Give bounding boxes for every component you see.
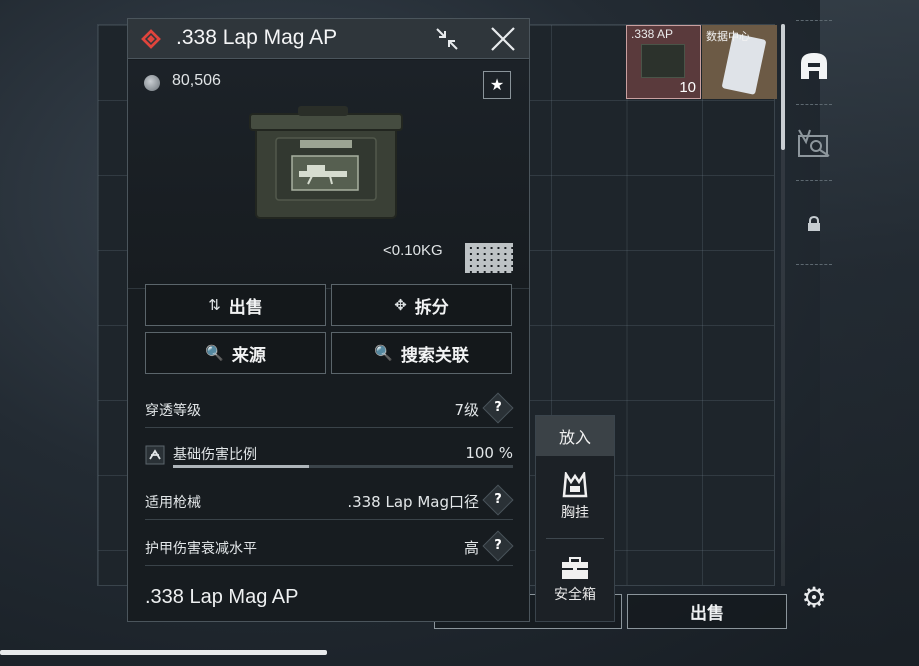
damage-ratio-icon — [145, 445, 165, 465]
source-button[interactable]: 🔍 来源 — [145, 332, 326, 374]
item-title: .338 Lap Mag AP — [176, 26, 338, 49]
sell-icon: ⇅ — [208, 296, 221, 314]
damage-ratio-fill — [173, 465, 309, 468]
property-compatible-weapons: 适用枪械 .338 Lap Mag口径 ? — [145, 482, 514, 520]
lock-icon[interactable] — [796, 206, 832, 242]
item-panel-header: .338 Lap Mag AP — [128, 19, 529, 59]
property-value: .338 Lap Mag口径 — [347, 493, 479, 511]
put-in-safe-box-label: 安全箱 — [554, 587, 596, 603]
put-in-chest-rig[interactable]: 胸挂 — [536, 456, 614, 538]
damage-ratio-track — [173, 465, 513, 468]
sell-button-label: 出售 — [228, 297, 263, 318]
property-penetration: 穿透等级 7级 ? — [145, 390, 514, 428]
split-button-label: 拆分 — [414, 297, 449, 318]
item-footer-name: .338 Lap Mag AP — [145, 586, 299, 608]
close-icon[interactable] — [489, 25, 517, 53]
property-label: 护甲伤害衰减水平 — [145, 541, 257, 557]
sell-button[interactable]: ⇅ 出售 — [145, 284, 326, 326]
slot-label: 数据中心 — [706, 31, 750, 43]
vest-icon[interactable] — [796, 126, 832, 162]
help-icon[interactable]: ? — [482, 484, 514, 516]
slot-count: 10 — [679, 79, 696, 96]
sidebar-divider — [796, 104, 832, 105]
search-related-button[interactable]: 🔍 搜索关联 — [331, 332, 512, 374]
property-armor-damage-falloff: 护甲伤害衰减水平 高 ? — [145, 528, 514, 566]
slot-label: .338 AP — [631, 27, 674, 41]
help-icon[interactable]: ? — [482, 392, 514, 424]
property-label: 穿透等级 — [145, 403, 201, 419]
source-button-label: 来源 — [231, 345, 266, 366]
background — [820, 0, 919, 666]
search-icon: 🔍 — [205, 344, 224, 362]
rarity-diamond-icon — [141, 29, 161, 49]
put-in-title: 放入 — [536, 416, 614, 456]
inventory-slot-ammo[interactable]: .338 AP 10 — [626, 25, 701, 99]
item-size-grid-icon — [465, 243, 513, 273]
put-in-menu: 放入 胸挂 安全箱 — [535, 415, 615, 622]
bottom-sell-label: 出售 — [690, 604, 724, 624]
property-value: 100 % — [465, 444, 513, 462]
split-button[interactable]: ✥ 拆分 — [331, 284, 512, 326]
put-in-safe-box[interactable]: 安全箱 — [536, 539, 614, 621]
ammo-box-image — [249, 106, 403, 219]
item-weight: <0.10KG — [383, 242, 443, 259]
ammo-box-thumbnail — [641, 44, 685, 78]
inventory-scroll-thumb[interactable] — [781, 24, 785, 150]
item-price: 80,506 — [172, 72, 221, 89]
put-in-chest-rig-label: 胸挂 — [561, 505, 589, 521]
split-icon: ✥ — [394, 296, 407, 314]
safe-box-icon — [562, 557, 588, 579]
help-icon[interactable]: ? — [482, 530, 514, 562]
property-base-damage: 基础伤害比例 100 % — [145, 436, 513, 472]
favorite-star-icon[interactable]: ★ — [483, 71, 511, 99]
item-detail-panel: .338 Lap Mag AP 80,506 ★ <0.10KG ⇅ 出售 ✥ … — [127, 18, 530, 622]
progress-bar — [0, 650, 327, 655]
search-icon: 🔍 — [374, 344, 393, 362]
bottom-sell-button[interactable]: 出售 — [627, 594, 787, 629]
coin-icon — [144, 75, 160, 91]
chest-rig-icon — [562, 472, 588, 498]
property-label: 基础伤害比例 — [173, 447, 257, 463]
search-related-button-label: 搜索关联 — [400, 345, 469, 366]
sidebar-divider — [796, 180, 832, 181]
sidebar-divider — [796, 264, 832, 265]
backpack-icon[interactable] — [796, 48, 832, 84]
property-value: 高 — [463, 539, 479, 557]
sidebar-divider — [796, 20, 832, 21]
property-value: 7级 — [454, 401, 479, 419]
inventory-slot-data-center[interactable]: 数据中心 — [702, 25, 777, 99]
settings-gear-icon[interactable]: ⚙ — [798, 582, 830, 614]
property-label: 适用枪械 — [145, 495, 201, 511]
collapse-icon[interactable] — [433, 25, 461, 53]
item-image-area: 80,506 ★ <0.10KG — [128, 60, 529, 289]
